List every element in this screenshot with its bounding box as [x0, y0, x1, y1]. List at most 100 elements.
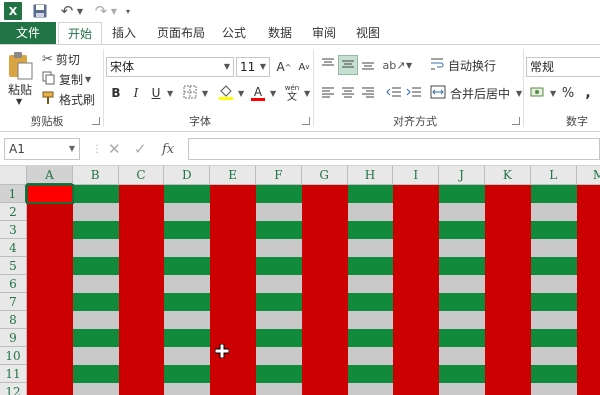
- cell-I11[interactable]: [393, 365, 440, 384]
- cell-F3[interactable]: [256, 221, 303, 240]
- cell-M3[interactable]: [576, 221, 600, 240]
- cell-A6[interactable]: [27, 275, 74, 294]
- row-header-12[interactable]: 12: [0, 383, 27, 395]
- cell-J1[interactable]: [439, 185, 486, 204]
- column-header-i[interactable]: I: [393, 166, 440, 185]
- row-header-6[interactable]: 6: [0, 275, 27, 293]
- cell-H12[interactable]: [347, 383, 394, 395]
- font-name-combo[interactable]: 宋体 ▼: [106, 57, 234, 77]
- cell-F10[interactable]: [256, 347, 303, 366]
- cell-L3[interactable]: [530, 221, 578, 240]
- cell-C10[interactable]: [118, 347, 165, 366]
- insert-function-button[interactable]: fx: [162, 138, 174, 160]
- cell-D4[interactable]: [164, 239, 211, 258]
- cell-M1[interactable]: [576, 185, 600, 204]
- cell-G6[interactable]: [301, 275, 349, 294]
- cell-J10[interactable]: [439, 347, 486, 366]
- borders-dropdown-icon[interactable]: ▼: [202, 89, 208, 98]
- cell-A12[interactable]: [27, 383, 74, 395]
- font-size-combo[interactable]: 11 ▼: [236, 57, 270, 77]
- cell-M4[interactable]: [576, 239, 600, 258]
- format-painter-button[interactable]: 格式刷: [42, 91, 95, 108]
- cell-I6[interactable]: [393, 275, 440, 294]
- merge-center-button[interactable]: 合并后居中 ▼: [430, 83, 522, 103]
- cell-J12[interactable]: [439, 383, 486, 395]
- cell-C7[interactable]: [118, 293, 165, 312]
- row-header-5[interactable]: 5: [0, 257, 27, 275]
- select-all-corner[interactable]: [0, 166, 27, 185]
- cell-H3[interactable]: [347, 221, 394, 240]
- cell-C2[interactable]: [118, 203, 165, 222]
- cell-M8[interactable]: [576, 311, 600, 330]
- alignment-dialog-launcher[interactable]: [512, 117, 520, 125]
- cell-A10[interactable]: [27, 347, 74, 366]
- cell-K6[interactable]: [485, 275, 532, 294]
- cell-F8[interactable]: [256, 311, 303, 330]
- row-header-9[interactable]: 9: [0, 329, 27, 347]
- cell-J7[interactable]: [439, 293, 486, 312]
- cell-D1[interactable]: [164, 185, 211, 204]
- decrease-indent-button[interactable]: [384, 83, 404, 103]
- cell-D3[interactable]: [164, 221, 211, 240]
- cell-I1[interactable]: [393, 185, 440, 204]
- cell-G3[interactable]: [301, 221, 349, 240]
- fill-color-button[interactable]: [216, 83, 236, 103]
- cell-J4[interactable]: [439, 239, 486, 258]
- cell-H2[interactable]: [347, 203, 394, 222]
- cell-F6[interactable]: [256, 275, 303, 294]
- tab-page-layout[interactable]: 页面布局: [150, 22, 212, 44]
- accounting-format-button[interactable]: [528, 83, 548, 103]
- paste-button[interactable]: 粘贴: [8, 81, 32, 98]
- cell-I5[interactable]: [393, 257, 440, 276]
- cell-L12[interactable]: [530, 383, 578, 395]
- cell-E8[interactable]: [210, 311, 257, 330]
- cell-M11[interactable]: [576, 365, 600, 384]
- phonetic-dropdown-icon[interactable]: ▼: [304, 89, 310, 98]
- column-header-h[interactable]: H: [347, 166, 394, 185]
- cell-H9[interactable]: [347, 329, 394, 348]
- column-header-c[interactable]: C: [118, 166, 165, 185]
- cell-D8[interactable]: [164, 311, 211, 330]
- cell-A9[interactable]: [27, 329, 74, 348]
- cell-K1[interactable]: [485, 185, 532, 204]
- cell-G7[interactable]: [301, 293, 349, 312]
- font-color-button[interactable]: A: [248, 83, 268, 103]
- cell-B1[interactable]: [72, 185, 120, 204]
- cell-J9[interactable]: [439, 329, 486, 348]
- cell-M9[interactable]: [576, 329, 600, 348]
- cell-C4[interactable]: [118, 239, 165, 258]
- cell-I7[interactable]: [393, 293, 440, 312]
- cell-B4[interactable]: [72, 239, 120, 258]
- cell-A5[interactable]: [27, 257, 74, 276]
- cell-A7[interactable]: [27, 293, 74, 312]
- cell-B6[interactable]: [72, 275, 120, 294]
- cell-D11[interactable]: [164, 365, 211, 384]
- cell-K11[interactable]: [485, 365, 532, 384]
- column-header-m[interactable]: M: [576, 166, 600, 185]
- cell-M5[interactable]: [576, 257, 600, 276]
- undo-dropdown-icon[interactable]: ▼: [76, 2, 84, 20]
- cell-I4[interactable]: [393, 239, 440, 258]
- cell-C8[interactable]: [118, 311, 165, 330]
- customize-qat-icon[interactable]: ▾: [124, 2, 132, 20]
- name-box[interactable]: A1 ▼: [4, 138, 80, 160]
- orientation-dropdown-icon[interactable]: ▼: [406, 61, 412, 70]
- font-dialog-launcher[interactable]: [302, 117, 310, 125]
- cell-G9[interactable]: [301, 329, 349, 348]
- cell-C5[interactable]: [118, 257, 165, 276]
- cell-G11[interactable]: [301, 365, 349, 384]
- tab-formulas[interactable]: 公式: [216, 22, 252, 44]
- cell-E7[interactable]: [210, 293, 257, 312]
- cell-F7[interactable]: [256, 293, 303, 312]
- cell-M12[interactable]: [576, 383, 600, 395]
- cell-B2[interactable]: [72, 203, 120, 222]
- redo-icon[interactable]: ↷: [92, 2, 110, 20]
- cell-A8[interactable]: [27, 311, 74, 330]
- tab-file[interactable]: 文件: [0, 22, 56, 44]
- percent-button[interactable]: %: [558, 83, 578, 103]
- bold-button[interactable]: B: [106, 83, 126, 103]
- cell-B3[interactable]: [72, 221, 120, 240]
- cell-A2[interactable]: [27, 203, 74, 222]
- column-header-e[interactable]: E: [210, 166, 256, 185]
- cell-F2[interactable]: [256, 203, 303, 222]
